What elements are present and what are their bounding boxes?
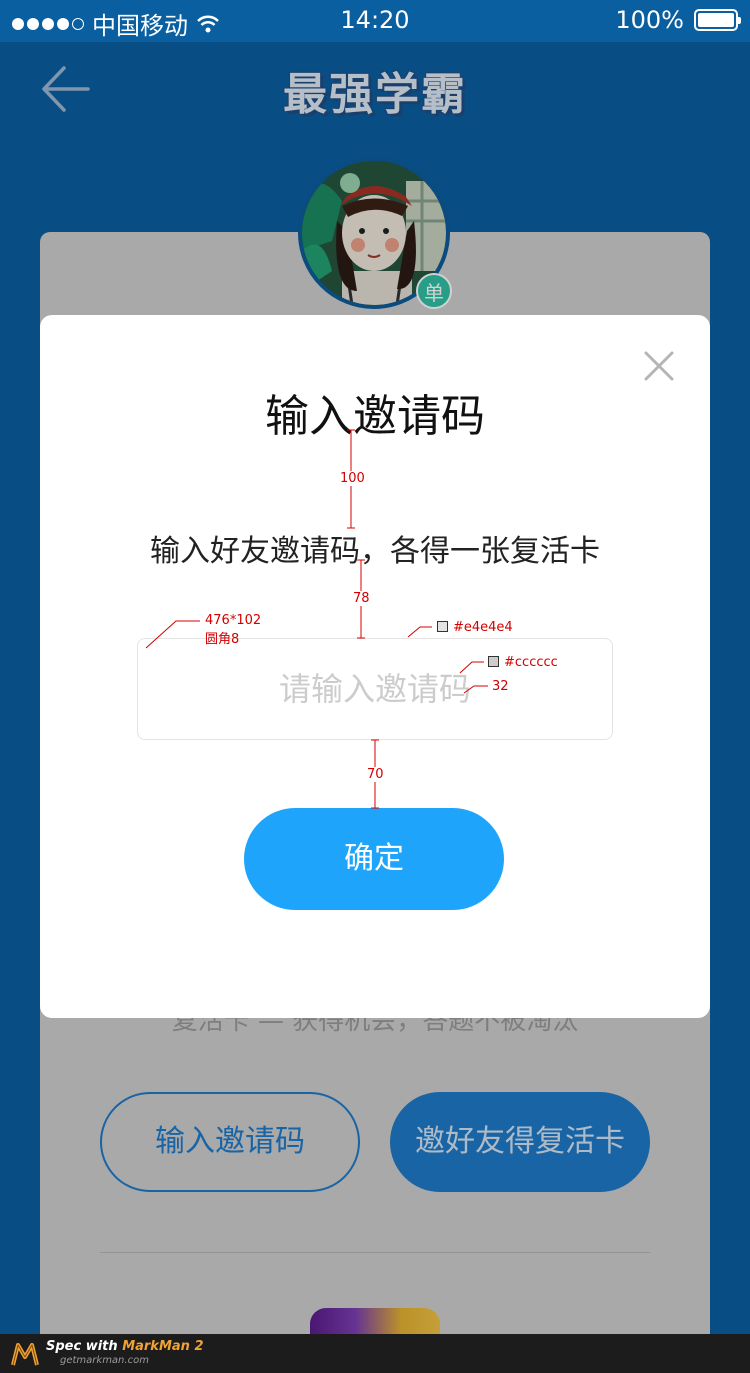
- annotation-box-radius: 圆角8: [205, 632, 240, 647]
- status-right: 100%: [615, 6, 741, 34]
- annotation-gap-button: 70: [367, 767, 384, 782]
- annotation-placeholder-color: #cccccc: [504, 655, 558, 670]
- footer-prefix: Spec with: [46, 1339, 123, 1354]
- footer-line2: getmarkman.com: [60, 1355, 149, 1366]
- close-icon[interactable]: [643, 350, 675, 382]
- annotation-gap-sub: 78: [353, 591, 370, 606]
- annotation-border-color: #e4e4e4: [453, 620, 513, 635]
- invite-code-input[interactable]: [137, 638, 613, 740]
- confirm-button[interactable]: 确定: [244, 808, 504, 910]
- annotation-font-size: 32: [492, 679, 509, 694]
- status-bar: 中国移动 14:20 100%: [0, 0, 750, 42]
- battery-icon: [694, 9, 741, 31]
- markman-logo-icon: [11, 1343, 39, 1366]
- markman-footer: Spec with MarkMan 2 getmarkman.com: [0, 1334, 750, 1373]
- modal-subtitle: 输入好友邀请码，各得一张复活卡: [150, 534, 600, 569]
- border-color-swatch: [437, 621, 448, 632]
- battery-percent: 100%: [615, 6, 684, 34]
- annotation-gap-title: 100: [340, 471, 365, 486]
- footer-line1: Spec with MarkMan 2: [46, 1339, 204, 1354]
- placeholder-color-swatch: [488, 656, 499, 667]
- footer-brand: MarkMan 2: [122, 1339, 204, 1354]
- modal-title: 输入邀请码: [265, 391, 485, 442]
- annotation-box-size: 476*102: [205, 613, 262, 628]
